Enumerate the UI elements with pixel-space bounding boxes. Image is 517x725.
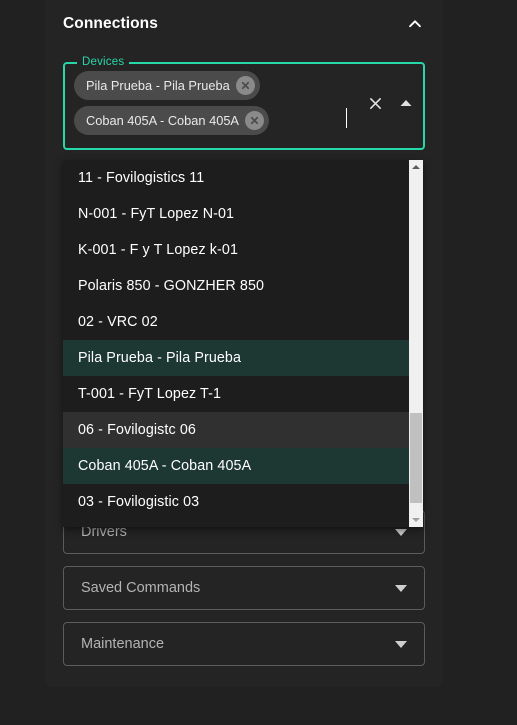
dropdown-option[interactable]: Coban 405A - Coban 405A <box>63 448 409 484</box>
device-chip-label: Coban 405A - Coban 405A <box>86 113 239 128</box>
dropdown-option[interactable]: Pila Prueba - Pila Prueba <box>63 340 409 376</box>
section-saved-commands[interactable]: Saved Commands <box>63 566 425 610</box>
text-input-caret[interactable] <box>346 108 347 128</box>
devices-field-legend: Devices <box>77 55 130 69</box>
dropdown-option[interactable]: T-001 - FyT Lopez T-1 <box>63 376 409 412</box>
connections-panel-header[interactable]: Connections <box>45 0 443 48</box>
dropdown-option-label: Polaris 850 - GONZHER 850 <box>78 278 265 294</box>
dropdown-option-label: 03 - Fovilogistic 03 <box>78 494 200 510</box>
dropdown-option-label: 11 - Fovilogistics 11 <box>78 170 205 186</box>
device-chip[interactable]: Pila Prueba - Pila Prueba <box>74 71 260 100</box>
triangle-down-icon[interactable] <box>395 640 407 648</box>
devices-dropdown-options: 11 - Fovilogistics 11 N-001 - FyT Lopez N… <box>63 160 409 520</box>
scroll-down-arrow-glyph <box>412 518 420 522</box>
dropdown-option-label: N-001 - FyT Lopez N-01 <box>78 206 235 222</box>
devices-multiselect-field[interactable]: Devices Pila Prueba - Pila Prueba Coban … <box>63 55 425 150</box>
device-chip[interactable]: Coban 405A - Coban 405A <box>74 106 269 135</box>
close-glyph <box>369 97 381 109</box>
close-circle-icon[interactable] <box>235 76 255 95</box>
triangle-down-icon[interactable] <box>395 528 407 536</box>
close-circle-icon[interactable] <box>244 111 264 130</box>
dropdown-option[interactable]: 03 - Fovilogistic 03 <box>63 484 409 520</box>
dropdown-option-label: T-001 - FyT Lopez T-1 <box>78 386 222 402</box>
selected-device-chips: Pila Prueba - Pila Prueba Coban 405A - C… <box>74 71 364 135</box>
close-circle-glyph <box>250 116 259 125</box>
page-title: Connections <box>63 15 158 32</box>
device-chip-label: Pila Prueba - Pila Prueba <box>86 78 230 93</box>
dropdown-option[interactable]: 11 - Fovilogistics 11 <box>63 160 409 196</box>
scroll-down-arrow-icon[interactable] <box>409 513 423 527</box>
app-root: Connections Devices Pila Prueba - Pila P… <box>0 0 517 725</box>
dropdown-option[interactable]: 06 - Fovilogistc 06 <box>63 412 409 448</box>
dropdown-scrollbar[interactable] <box>409 160 423 527</box>
triangle-down-icon[interactable] <box>395 584 407 592</box>
triangle-up-glyph <box>400 100 412 106</box>
section-saved-commands-label: Saved Commands <box>81 580 201 596</box>
dropdown-option[interactable]: K-001 - F y T Lopez k-01 <box>63 232 409 268</box>
dropdown-option[interactable]: Polaris 850 - GONZHER 850 <box>63 268 409 304</box>
chevron-up-glyph <box>409 20 421 28</box>
dropdown-option[interactable]: N-001 - FyT Lopez N-01 <box>63 196 409 232</box>
scroll-up-arrow-icon[interactable] <box>409 160 423 174</box>
close-icon[interactable] <box>364 92 386 114</box>
close-circle-glyph <box>241 81 249 90</box>
dropdown-option-label: Pila Prueba - Pila Prueba <box>78 350 242 366</box>
devices-field-actions <box>364 92 417 114</box>
section-maintenance-label: Maintenance <box>81 636 165 652</box>
section-maintenance[interactable]: Maintenance <box>63 622 425 666</box>
triangle-up-icon[interactable] <box>395 92 417 114</box>
dropdown-option-label: 02 - VRC 02 <box>78 314 158 330</box>
devices-dropdown-list[interactable]: 11 - Fovilogistics 11 N-001 - FyT Lopez N… <box>63 160 423 527</box>
dropdown-option-label: K-001 - F y T Lopez k-01 <box>78 242 239 258</box>
dropdown-option-label: 06 - Fovilogistc 06 <box>78 422 196 438</box>
scroll-up-arrow-glyph <box>412 165 420 169</box>
chevron-up-icon[interactable] <box>404 13 426 35</box>
dropdown-option[interactable]: 02 - VRC 02 <box>63 304 409 340</box>
scrollbar-thumb[interactable] <box>410 413 422 503</box>
dropdown-option-label: Coban 405A - Coban 405A <box>78 458 252 474</box>
